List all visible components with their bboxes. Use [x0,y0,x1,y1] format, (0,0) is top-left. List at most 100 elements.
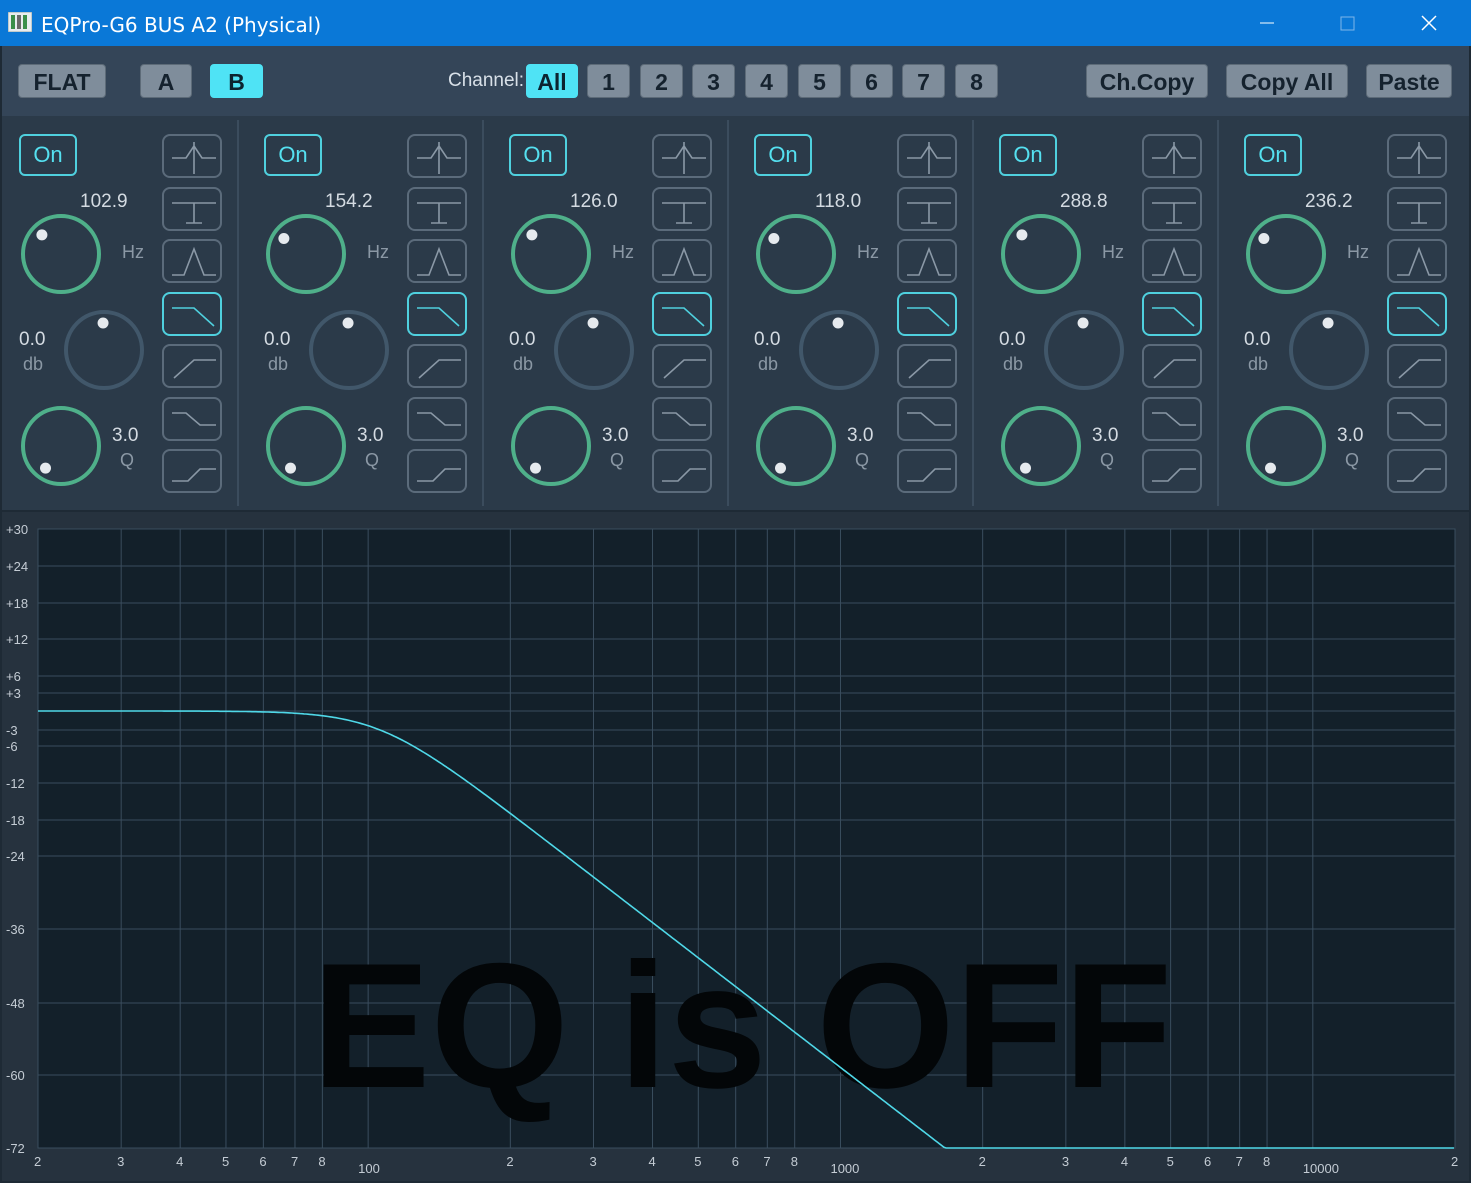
freq-knob[interactable] [1241,209,1331,299]
q-knob[interactable] [996,401,1086,491]
x-tick-label: 3 [590,1154,597,1169]
gain-knob[interactable] [59,305,149,395]
peak-filter-icon [417,246,461,276]
q-value: 3.0 [1337,425,1364,446]
filter-type-button[interactable] [897,186,957,231]
filter-type-button[interactable] [1142,449,1202,493]
channel-button-3[interactable]: 3 [692,64,735,98]
peak-filter-icon [1152,246,1196,276]
filter-type-button[interactable] [652,186,712,231]
filter-type-button[interactable] [407,291,467,336]
channel-button-1[interactable]: 1 [587,64,630,98]
low-shelf-icon [1152,468,1196,482]
gain-value: 0.0 [999,329,1026,350]
filter-type-button[interactable] [407,134,467,178]
filter-type-button[interactable] [652,396,712,441]
ch-copy-button[interactable]: Ch.Copy [1086,64,1208,98]
filter-type-button[interactable] [652,239,712,283]
channel-button-4[interactable]: 4 [745,64,788,98]
q-knob[interactable] [16,401,106,491]
close-icon [1421,15,1437,31]
band-on-button[interactable]: On [754,134,812,176]
band-on-button[interactable]: On [509,134,567,176]
filter-type-button[interactable] [1387,134,1447,178]
filter-type-button[interactable] [162,134,222,178]
band-divider [237,120,239,506]
freq-knob[interactable] [261,209,351,299]
gain-knob[interactable] [304,305,394,395]
gain-unit: db [758,354,779,374]
filter-type-button[interactable] [1387,186,1447,231]
frequency-response-graph[interactable]: +30 +24 +18 +12 +6 +3 -3 -6 -12 -18 -24 -36 -48 -60 -7… [2,512,1469,1181]
filter-type-button[interactable] [1142,134,1202,178]
filter-type-button[interactable] [1142,396,1202,441]
q-knob[interactable] [506,401,596,491]
low-shelf-icon [1397,468,1441,482]
freq-knob[interactable] [506,209,596,299]
filter-type-button[interactable] [1387,291,1447,336]
y-tick-label: -3 [6,723,18,738]
channel-button-all[interactable]: All [526,64,578,98]
freq-knob[interactable] [751,209,841,299]
filter-type-button[interactable] [162,344,222,388]
q-knob[interactable] [751,401,841,491]
filter-type-button[interactable] [652,291,712,336]
channel-button-7[interactable]: 7 [902,64,945,98]
band-on-button[interactable]: On [264,134,322,176]
filter-type-button[interactable] [162,291,222,336]
filter-type-button[interactable] [407,186,467,231]
gain-knob[interactable] [794,305,884,395]
filter-type-button[interactable] [897,134,957,178]
filter-type-button[interactable] [162,186,222,231]
channel-button-5[interactable]: 5 [798,64,841,98]
filter-type-button[interactable] [162,449,222,493]
filter-type-button[interactable] [1142,186,1202,231]
filter-type-button[interactable] [1142,344,1202,388]
channel-button-2[interactable]: 2 [640,64,683,98]
preset-a-button[interactable]: A [140,64,192,98]
filter-type-button[interactable] [1387,344,1447,388]
filter-type-button[interactable] [162,396,222,441]
filter-type-button[interactable] [897,291,957,336]
gain-knob[interactable] [1284,305,1374,395]
preset-b-button[interactable]: B [210,64,263,98]
filter-type-button[interactable] [652,344,712,388]
paste-button[interactable]: Paste [1366,64,1452,98]
filter-type-button[interactable] [1387,396,1447,441]
filter-type-button[interactable] [652,449,712,493]
minimize-button[interactable] [1228,0,1308,46]
filter-type-button[interactable] [897,396,957,441]
filter-type-button[interactable] [652,134,712,178]
x-tick-label: 4 [649,1154,656,1169]
filter-type-button[interactable] [1387,449,1447,493]
freq-knob[interactable] [16,209,106,299]
channel-button-8[interactable]: 8 [955,64,998,98]
q-knob[interactable] [1241,401,1331,491]
copy-all-button[interactable]: Copy All [1226,64,1348,98]
flat-button[interactable]: FLAT [18,64,106,98]
band-on-button[interactable]: On [19,134,77,176]
filter-type-button[interactable] [897,449,957,493]
filter-type-button[interactable] [897,239,957,283]
q-knob[interactable] [261,401,351,491]
close-button[interactable] [1390,0,1470,46]
filter-type-button[interactable] [407,396,467,441]
gain-value: 0.0 [1244,329,1271,350]
maximize-button[interactable] [1308,0,1388,46]
gain-knob[interactable] [549,305,639,395]
filter-type-button[interactable] [162,239,222,283]
filter-type-button[interactable] [897,344,957,388]
gain-knob[interactable] [1039,305,1129,395]
band-on-button[interactable]: On [1244,134,1302,176]
filter-type-button[interactable] [1387,239,1447,283]
filter-type-button[interactable] [407,344,467,388]
gain-unit: db [1248,354,1269,374]
channel-button-6[interactable]: 6 [850,64,893,98]
band-on-button[interactable]: On [999,134,1057,176]
filter-type-button[interactable] [1142,291,1202,336]
filter-type-button[interactable] [407,239,467,283]
filter-type-button[interactable] [407,449,467,493]
y-tick-label: +24 [6,559,28,574]
freq-knob[interactable] [996,209,1086,299]
filter-type-button[interactable] [1142,239,1202,283]
